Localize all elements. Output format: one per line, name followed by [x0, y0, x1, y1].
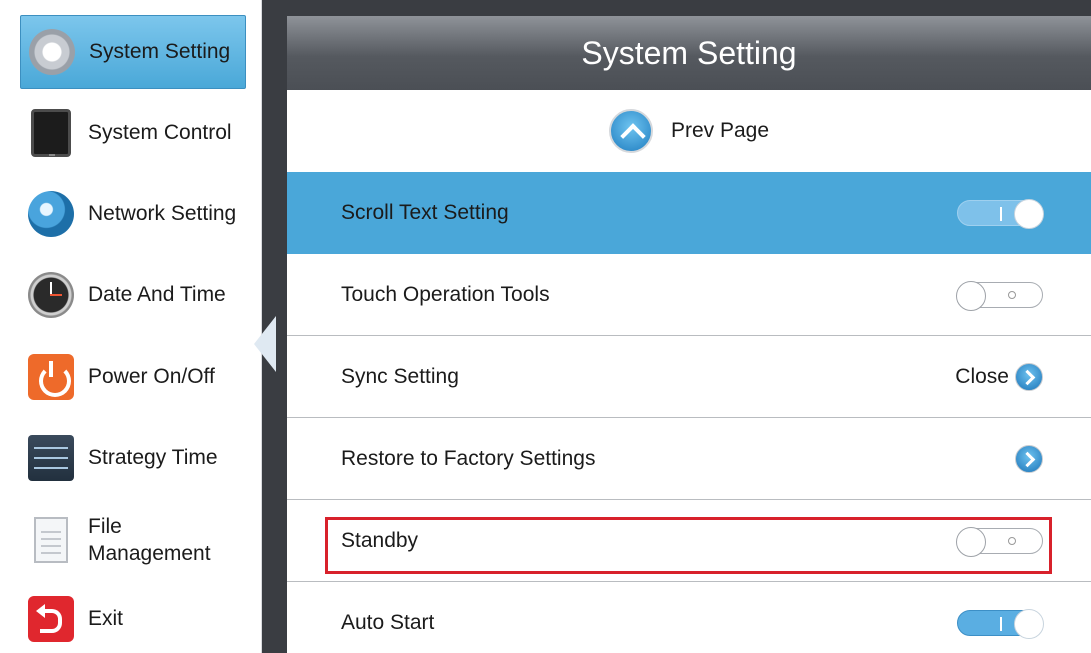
selection-pointer: [254, 316, 276, 372]
sidebar-item-date-and-time[interactable]: Date And Time: [20, 258, 246, 332]
power-icon: [28, 354, 74, 400]
setting-row-restore-factory[interactable]: Restore to Factory Settings: [287, 418, 1091, 500]
tablet-icon: [31, 109, 71, 157]
gear-icon: [29, 29, 75, 75]
prev-page-button[interactable]: Prev Page: [287, 90, 1091, 172]
scroll-text-toggle[interactable]: [957, 199, 1044, 229]
exit-icon: [28, 596, 74, 642]
sidebar-item-label: Network Setting: [88, 202, 237, 225]
sidebar-item-system-setting[interactable]: System Setting: [20, 15, 246, 89]
setting-label: Restore to Factory Settings: [341, 446, 596, 470]
sidebar-item-label: System Control: [88, 121, 232, 144]
sidebar-item-label: System Setting: [89, 40, 231, 63]
highlight-outline: [325, 517, 1052, 574]
setting-label: Auto Start: [341, 611, 435, 634]
setting-row-auto-start[interactable]: Auto Start: [287, 582, 1091, 653]
chevron-right-icon[interactable]: [1015, 362, 1043, 391]
setting-label: Scroll Text Setting: [341, 201, 509, 224]
setting-row-sync-setting[interactable]: Sync Setting Close: [287, 336, 1091, 418]
panel-title: System Setting: [287, 16, 1091, 90]
sidebar-item-label: Date And Time: [88, 283, 226, 306]
chevron-right-icon[interactable]: [1015, 444, 1043, 473]
sidebar-item-label: Exit: [88, 607, 124, 630]
sidebar-item-power-on-off[interactable]: Power On/Off: [20, 340, 246, 414]
document-icon: [34, 517, 68, 563]
sidebar: System Setting System Control Network Se…: [0, 0, 262, 653]
sliders-icon: [28, 435, 74, 481]
touch-operation-tools-toggle[interactable]: [956, 280, 1043, 311]
sidebar-item-label: Power On/Off: [88, 365, 215, 388]
sidebar-item-label: Strategy Time: [88, 446, 218, 469]
globe-icon: [28, 191, 74, 237]
sync-setting-value: Close: [955, 364, 1009, 388]
clock-icon: [28, 272, 74, 318]
setting-label: Sync Setting: [341, 364, 459, 388]
auto-start-toggle[interactable]: [957, 609, 1044, 639]
sidebar-item-label: File Management: [88, 513, 211, 567]
sidebar-item-strategy-time[interactable]: Strategy Time: [20, 421, 246, 495]
sidebar-item-system-control[interactable]: System Control: [20, 96, 246, 170]
sidebar-item-label-line1: File: [88, 515, 122, 538]
sidebar-item-network-setting[interactable]: Network Setting: [20, 177, 246, 251]
chevron-up-icon: [608, 109, 653, 153]
setting-row-scroll-text[interactable]: Scroll Text Setting: [287, 172, 1091, 254]
sidebar-item-label-line2: Management: [88, 542, 211, 565]
sidebar-item-file-management[interactable]: File Management: [20, 503, 246, 577]
sidebar-item-exit[interactable]: Exit: [20, 582, 246, 653]
setting-row-touch-operation-tools[interactable]: Touch Operation Tools: [287, 254, 1091, 336]
prev-page-label: Prev Page: [670, 119, 770, 142]
setting-label: Touch Operation Tools: [341, 282, 550, 306]
